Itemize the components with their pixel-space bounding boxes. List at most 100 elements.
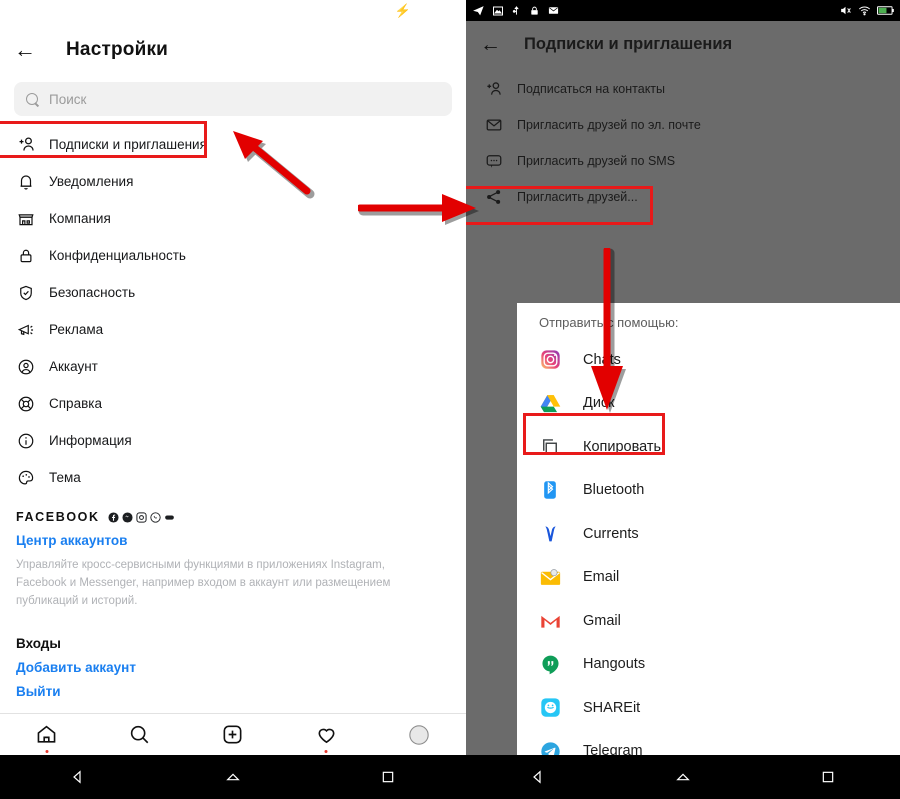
android-back-icon[interactable] xyxy=(530,769,546,785)
email-icon xyxy=(539,566,561,588)
shield-check-icon xyxy=(16,283,36,303)
add-account-link[interactable]: Добавить аккаунт xyxy=(16,660,450,675)
sidebar-item-label: Подписки и приглашения xyxy=(49,137,207,152)
share-item-currents[interactable]: Currents xyxy=(517,512,900,556)
android-back-icon[interactable] xyxy=(70,769,86,785)
tab-profile[interactable] xyxy=(389,718,449,752)
share-item-chats[interactable]: Chats xyxy=(517,338,900,382)
android-home-icon[interactable] xyxy=(675,769,691,785)
share-item-label: Диск xyxy=(583,395,615,412)
menu-item-label: Подписаться на контакты xyxy=(517,82,666,96)
sidebar-item-privacy[interactable]: Конфиденциальность xyxy=(0,237,466,274)
sidebar-item-label: Информация xyxy=(49,433,132,448)
store-icon xyxy=(16,209,36,229)
back-arrow-icon[interactable]: ← xyxy=(14,39,44,61)
sidebar-item-business[interactable]: Компания xyxy=(0,200,466,237)
menu-item-follow-contacts[interactable]: Подписаться на контакты xyxy=(466,71,900,107)
sidebar-item-account[interactable]: Аккаунт xyxy=(0,348,466,385)
add-person-icon xyxy=(16,135,36,155)
sidebar-item-theme[interactable]: Тема xyxy=(0,459,466,496)
left-phone-screen: ⚡ ← Настройки Поиск Подписки и приглашен… xyxy=(0,0,466,799)
instagram-icon xyxy=(539,349,561,371)
search-icon xyxy=(131,725,149,744)
settings-menu-list: Подписки и приглашения Уведомления Компа… xyxy=(0,126,466,496)
status-right-icons xyxy=(839,4,894,17)
sidebar-item-label: Компания xyxy=(49,211,111,226)
share-item-label: Email xyxy=(583,569,620,586)
portal-icon xyxy=(164,514,174,520)
wifi-icon xyxy=(859,6,870,16)
facebook-brand-icons xyxy=(108,511,175,523)
android-home-icon[interactable] xyxy=(225,769,241,785)
screenshot-icon xyxy=(493,6,503,15)
sidebar-item-subscriptions[interactable]: Подписки и приглашения xyxy=(0,126,466,163)
tab-search[interactable] xyxy=(110,718,170,752)
share-item-label: Gmail xyxy=(583,612,621,629)
share-item-gmail[interactable]: Gmail xyxy=(517,599,900,643)
share-item-hangouts[interactable]: Hangouts xyxy=(517,643,900,687)
sidebar-item-ads[interactable]: Реклама xyxy=(0,311,466,348)
right-android-navbar xyxy=(466,755,900,799)
telegram-icon xyxy=(473,6,484,16)
share-item-label: SHAREit xyxy=(583,699,641,716)
search-input[interactable]: Поиск xyxy=(14,82,452,116)
left-android-navbar xyxy=(0,755,466,799)
add-person-icon xyxy=(484,79,504,99)
search-placeholder: Поиск xyxy=(49,91,87,107)
share-item-label: Hangouts xyxy=(583,656,646,673)
sidebar-item-label: Справка xyxy=(49,396,102,411)
currents-icon xyxy=(539,523,561,545)
share-sheet-title: Отправить с помощью: xyxy=(539,315,679,330)
home-icon xyxy=(37,725,56,743)
sms-icon xyxy=(484,151,504,171)
sidebar-item-about[interactable]: Информация xyxy=(0,422,466,459)
menu-item-invite-sms[interactable]: Пригласить друзей по SMS xyxy=(466,143,900,179)
share-item-email[interactable]: Email xyxy=(517,556,900,600)
heart-icon xyxy=(318,728,335,744)
tab-home[interactable] xyxy=(17,718,77,753)
info-icon xyxy=(16,431,36,451)
android-recents-icon[interactable] xyxy=(380,769,396,785)
page-title: Подписки и приглашения xyxy=(524,34,733,53)
activity-badge xyxy=(324,749,328,753)
share-item-label: Chats xyxy=(583,351,621,368)
android-recents-icon[interactable] xyxy=(820,769,836,785)
sidebar-item-label: Аккаунт xyxy=(49,359,98,374)
share-item-label: Копировать xyxy=(583,438,662,455)
sidebar-item-label: Тема xyxy=(49,470,81,485)
right-phone-screen: ← Подписки и приглашения Подписаться на … xyxy=(466,0,900,799)
facebook-icon xyxy=(108,511,119,523)
accounts-center-link[interactable]: Центр аккаунтов xyxy=(16,533,450,548)
share-item-label: Currents xyxy=(583,525,639,542)
sidebar-item-help[interactable]: Справка xyxy=(0,385,466,422)
share-item-shareit[interactable]: SHAREit xyxy=(517,686,900,730)
facebook-heading: FACEBOOK xyxy=(16,510,100,524)
share-item-bluetooth[interactable]: Bluetooth xyxy=(517,469,900,513)
back-arrow-icon[interactable]: ← xyxy=(480,34,510,55)
menu-item-invite-friends-share[interactable]: Пригласить друзей... xyxy=(466,179,900,215)
palette-icon xyxy=(16,468,36,488)
right-status-bar xyxy=(466,0,900,21)
megaphone-icon xyxy=(16,320,36,340)
right-appbar: ← Подписки и приглашения xyxy=(466,21,900,67)
sidebar-item-label: Безопасность xyxy=(49,285,136,300)
tab-activity[interactable] xyxy=(296,718,356,753)
bell-icon xyxy=(16,172,36,192)
profile-avatar-icon xyxy=(409,724,430,745)
share-item-drive[interactable]: Диск xyxy=(517,382,900,426)
logout-link[interactable]: Выйти xyxy=(16,684,450,699)
battery-icon xyxy=(877,6,894,15)
instagram-tabbar xyxy=(0,713,466,755)
share-item-copy[interactable]: Копировать xyxy=(517,425,900,469)
facebook-heading-row: FACEBOOK xyxy=(16,510,450,524)
share-sheet: Отправить с помощью: Chats Диск Копирова… xyxy=(517,303,900,755)
menu-item-invite-email[interactable]: Пригласить друзей по эл. почте xyxy=(466,107,900,143)
facebook-section: FACEBOOK Центр аккаунтов Управляйте крос… xyxy=(0,496,466,699)
sidebar-item-notifications[interactable]: Уведомления xyxy=(0,163,466,200)
home-badge xyxy=(45,749,49,753)
share-item-telegram[interactable]: Telegram xyxy=(517,730,900,755)
tab-add-post[interactable] xyxy=(203,718,263,752)
lifebuoy-icon xyxy=(16,394,36,414)
sidebar-item-security[interactable]: Безопасность xyxy=(0,274,466,311)
account-circle-icon xyxy=(16,357,36,377)
